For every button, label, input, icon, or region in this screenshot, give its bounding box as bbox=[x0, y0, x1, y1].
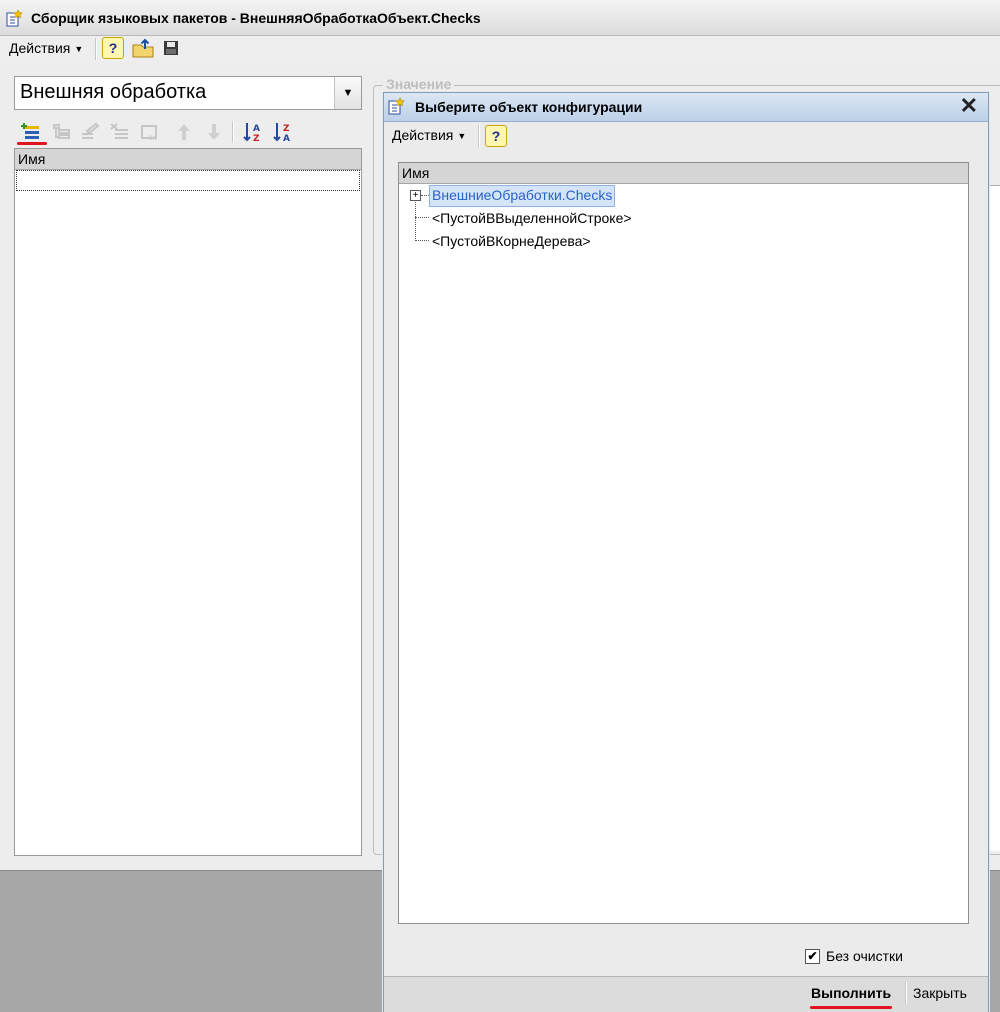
expand-plus-icon[interactable]: + bbox=[410, 190, 421, 201]
sort-desc-icon[interactable]: Z A bbox=[272, 121, 296, 146]
tree-connector bbox=[415, 196, 416, 241]
svg-text:Z: Z bbox=[253, 134, 260, 143]
tree-row[interactable]: <ПустойВВыделеннойСтроке> bbox=[432, 208, 632, 228]
execute-button[interactable]: Выполнить bbox=[811, 985, 891, 1001]
upload-folder-icon[interactable] bbox=[131, 37, 155, 62]
dialog-toolbar-separator bbox=[478, 125, 480, 147]
actions-menu-label: Действия bbox=[9, 40, 71, 56]
actions-menu-button[interactable]: Действия ▼ bbox=[9, 40, 83, 56]
add-subitem-icon[interactable] bbox=[50, 122, 72, 145]
config-object-tree[interactable]: Имя + ВнешниеОбработки.Checks <ПустойВВы… bbox=[398, 162, 969, 924]
chevron-down-icon: ▼ bbox=[457, 131, 467, 141]
object-type-value: Внешняя обработка bbox=[20, 81, 207, 103]
dialog-app-icon bbox=[388, 97, 406, 118]
list-column-header: Имя bbox=[15, 149, 361, 170]
tree-column-header: Имя bbox=[399, 163, 968, 184]
svg-text:A: A bbox=[253, 124, 260, 134]
tree-connector bbox=[415, 217, 429, 218]
chevron-down-icon: ▼ bbox=[74, 44, 84, 54]
select-config-object-dialog: Выберите объект конфигурации ✕ Действия ▼… bbox=[383, 92, 989, 1012]
move-down-icon[interactable] bbox=[206, 122, 222, 145]
move-up-icon[interactable] bbox=[176, 122, 192, 145]
footer-separator bbox=[905, 982, 907, 1004]
object-type-combobox[interactable]: Внешняя обработка ▼ bbox=[14, 76, 362, 110]
main-toolbar: Действия ▼ ? bbox=[0, 36, 1000, 62]
dialog-title: Выберите объект конфигурации bbox=[415, 99, 643, 115]
tree-row[interactable]: ВнешниеОбработки.Checks bbox=[429, 185, 616, 207]
language-list[interactable]: Имя bbox=[14, 148, 362, 856]
tree-connector bbox=[415, 240, 429, 241]
dialog-titlebar: Выберите объект конфигурации ✕ bbox=[384, 93, 988, 122]
tree-row[interactable]: <ПустойВКорнеДерева> bbox=[432, 231, 591, 251]
tree-row-label: ВнешниеОбработки.Checks bbox=[432, 187, 613, 203]
svg-text:OK: OK bbox=[148, 135, 158, 142]
value-group-label: Значение bbox=[383, 76, 455, 92]
sort-asc-icon[interactable]: A Z bbox=[242, 121, 266, 146]
tree-row-label: <ПустойВКорнеДерева> bbox=[432, 233, 591, 249]
close-icon[interactable]: ✕ bbox=[960, 95, 978, 117]
save-floppy-icon[interactable] bbox=[163, 40, 179, 59]
tree-connector bbox=[421, 195, 429, 196]
dialog-help-icon[interactable]: ? bbox=[485, 125, 507, 147]
svg-text:A: A bbox=[283, 134, 290, 143]
no-clear-label: Без очистки bbox=[826, 948, 903, 964]
app-icon bbox=[6, 9, 24, 30]
dialog-footer: Выполнить Закрыть bbox=[384, 976, 988, 1012]
toolbar-separator bbox=[95, 38, 97, 60]
main-titlebar: Сборщик языковых пакетов - ВнешняяОбрабо… bbox=[0, 0, 1000, 36]
list-toolbar-separator bbox=[232, 121, 234, 143]
list-toolbar: OK A Z Z A bbox=[16, 120, 316, 146]
delete-item-icon[interactable] bbox=[109, 122, 131, 145]
dialog-toolbar: Действия ▼ ? bbox=[384, 122, 988, 150]
svg-text:Z: Z bbox=[283, 124, 290, 134]
ok-item-icon[interactable]: OK bbox=[139, 122, 161, 145]
dialog-actions-menu-label: Действия bbox=[392, 127, 454, 143]
list-empty-row[interactable] bbox=[16, 170, 360, 191]
combobox-dropdown-icon[interactable]: ▼ bbox=[334, 77, 361, 109]
execute-button-highlight bbox=[810, 1006, 892, 1009]
add-button-highlight bbox=[17, 142, 47, 145]
close-button[interactable]: Закрыть bbox=[913, 985, 967, 1001]
help-icon[interactable]: ? bbox=[102, 37, 124, 59]
edit-item-icon[interactable] bbox=[79, 122, 101, 145]
tree-row-label: <ПустойВВыделеннойСтроке> bbox=[432, 210, 632, 226]
main-window-title: Сборщик языковых пакетов - ВнешняяОбрабо… bbox=[31, 10, 481, 26]
no-clear-checkbox[interactable]: ✔ bbox=[805, 949, 820, 964]
dialog-actions-menu-button[interactable]: Действия ▼ bbox=[392, 127, 466, 143]
